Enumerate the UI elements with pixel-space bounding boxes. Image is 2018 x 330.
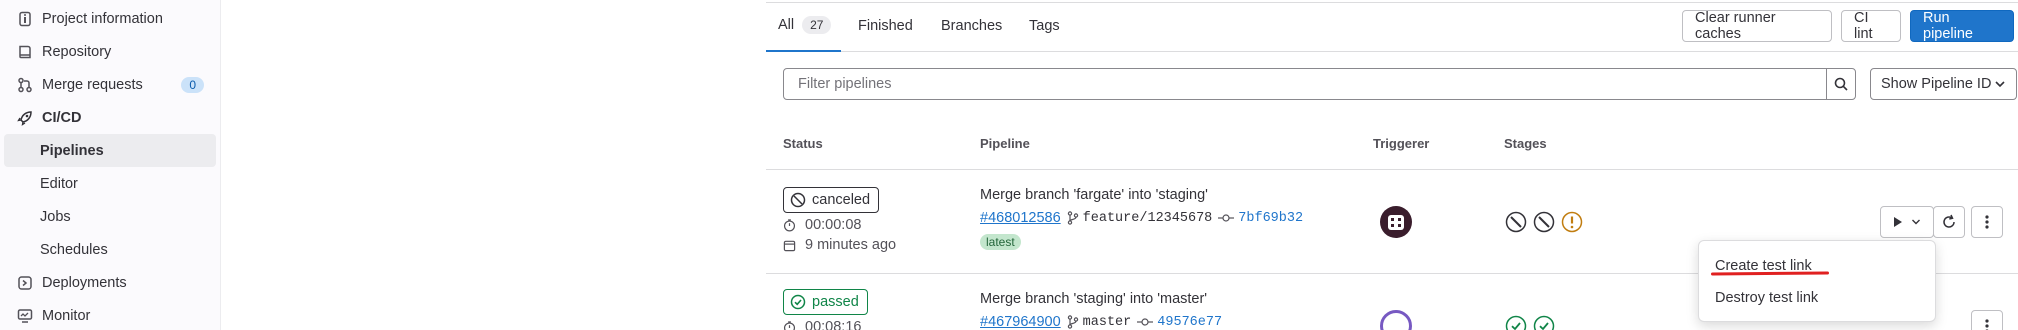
sidebar-item-label: Repository xyxy=(42,43,112,60)
tab-label: Finished xyxy=(858,18,913,34)
sidebar-item-label: CI/CD xyxy=(42,109,82,126)
sidebar-item-label: Deployments xyxy=(42,274,127,291)
monitor-icon xyxy=(16,307,34,325)
search-icon xyxy=(1833,76,1849,92)
status-badge[interactable]: canceled xyxy=(783,187,880,213)
run-manual-job-dropdown[interactable] xyxy=(1880,206,1934,238)
stages-column-header: Stages xyxy=(1504,136,1547,151)
retry-button[interactable] xyxy=(1933,206,1965,238)
commit-icon xyxy=(1218,213,1235,223)
show-pipeline-id-dropdown[interactable]: Show Pipeline ID xyxy=(1870,68,2017,100)
triggerer-column-header: Triggerer xyxy=(1373,136,1430,151)
sidebar-item-label: Jobs xyxy=(40,208,71,225)
pipeline-commit-title[interactable]: Merge branch 'staging' into 'master' xyxy=(980,291,1207,307)
sidebar-item-merge-requests[interactable]: Merge requests 0 xyxy=(4,68,216,101)
sidebar-item-monitor[interactable]: Monitor xyxy=(4,299,216,330)
clear-runner-caches-button[interactable]: Clear runner caches xyxy=(1682,10,1832,42)
more-actions-button[interactable] xyxy=(1971,310,2003,330)
sidebar: Project information Repository Merge req… xyxy=(0,0,221,330)
finished-time: 9 minutes ago xyxy=(783,237,896,253)
deployments-icon xyxy=(16,274,34,292)
pipeline-id-link[interactable]: #468012586 xyxy=(980,210,1061,226)
tab-branches[interactable]: Branches xyxy=(941,0,1002,52)
tab-finished[interactable]: Finished xyxy=(858,0,913,52)
branch-icon xyxy=(1067,315,1079,329)
tab-label: All xyxy=(778,17,795,33)
run-pipeline-button[interactable]: Run pipeline xyxy=(1910,10,2014,42)
pipeline-id-link[interactable]: #467964900 xyxy=(980,314,1061,330)
tab-count-badge: 27 xyxy=(802,16,832,34)
tab-label: Tags xyxy=(1029,18,1060,34)
status-badge[interactable]: passed xyxy=(783,289,868,315)
filter-pipelines-input[interactable] xyxy=(783,68,1827,100)
search-button[interactable] xyxy=(1826,68,1856,100)
ellipsis-vertical-icon xyxy=(1985,214,1989,230)
status-column-header: Status xyxy=(783,136,823,151)
commit-sha-link[interactable]: 49576e77 xyxy=(1157,315,1222,330)
pipeline-column-header: Pipeline xyxy=(980,136,1030,151)
show-pipeline-id-label: Show Pipeline ID xyxy=(1881,76,1992,92)
sidebar-item-label: Monitor xyxy=(42,307,91,324)
tab-all[interactable]: All 27 xyxy=(766,0,842,52)
ci-lint-button[interactable]: CI lint xyxy=(1841,10,1901,42)
ellipsis-vertical-icon xyxy=(1985,318,1989,330)
latest-badge: latest xyxy=(980,234,1021,250)
sidebar-item-label: Editor xyxy=(40,175,78,192)
duration-text: 00:00:08 xyxy=(805,217,862,233)
pipeline-ref-line: #467964900 master 49576e77 xyxy=(980,314,1222,330)
chevron-down-icon xyxy=(1994,78,2006,90)
timer-icon xyxy=(783,218,797,232)
duration-text: 00:08:16 xyxy=(805,319,862,330)
ref-name[interactable]: master xyxy=(1083,315,1132,330)
sidebar-item-label: Project information xyxy=(42,10,163,27)
canceled-icon xyxy=(790,192,806,208)
avatar[interactable] xyxy=(1380,206,1412,238)
sidebar-item-editor[interactable]: Editor xyxy=(4,167,216,200)
stage-warning-icon[interactable] xyxy=(1560,210,1584,234)
chevron-down-icon xyxy=(1911,217,1921,227)
repository-icon xyxy=(16,43,34,61)
status-text: passed xyxy=(812,294,859,310)
duration: 00:08:16 xyxy=(783,319,861,330)
retry-icon xyxy=(1941,214,1957,230)
branch-icon xyxy=(1067,211,1079,225)
sidebar-item-deployments[interactable]: Deployments xyxy=(4,266,216,299)
sidebar-item-pipelines[interactable]: Pipelines xyxy=(4,134,216,167)
play-icon xyxy=(1893,216,1903,228)
pipeline-ref-line: #468012586 feature/12345678 7bf69b32 xyxy=(980,210,1303,226)
commit-sha-link[interactable]: 7bf69b32 xyxy=(1238,211,1303,226)
table-header: Status Pipeline Triggerer Stages xyxy=(766,118,2018,170)
sidebar-item-label: Schedules xyxy=(40,241,108,258)
sidebar-item-label: Pipelines xyxy=(40,142,104,159)
sidebar-item-cicd[interactable]: CI/CD xyxy=(4,101,216,134)
sidebar-item-jobs[interactable]: Jobs xyxy=(4,200,216,233)
avatar[interactable] xyxy=(1380,310,1412,330)
sidebar-item-project-information[interactable]: Project information xyxy=(4,2,216,35)
passed-icon xyxy=(790,294,806,310)
status-text: canceled xyxy=(812,192,871,208)
tab-label: Branches xyxy=(941,18,1003,34)
sidebar-item-schedules[interactable]: Schedules xyxy=(4,233,216,266)
duration: 00:00:08 xyxy=(783,217,861,233)
sidebar-item-repository[interactable]: Repository xyxy=(4,35,216,68)
stage-passed-icon[interactable] xyxy=(1532,314,1556,330)
tab-tags[interactable]: Tags xyxy=(1029,0,1060,52)
commit-icon xyxy=(1137,317,1154,327)
merge-requests-count-badge: 0 xyxy=(181,76,204,93)
finished-text: 9 minutes ago xyxy=(805,237,897,253)
sidebar-item-label: Merge requests xyxy=(42,76,143,93)
timer-icon xyxy=(783,320,797,330)
pipeline-commit-title[interactable]: Merge branch 'fargate' into 'staging' xyxy=(980,187,1208,203)
stage-canceled-icon[interactable] xyxy=(1504,210,1528,234)
stage-canceled-icon[interactable] xyxy=(1532,210,1556,234)
ref-name[interactable]: feature/12345678 xyxy=(1083,211,1213,226)
manual-job-dropdown-menu: Create test link Destroy test link xyxy=(1698,240,1936,322)
rocket-icon xyxy=(16,109,34,127)
calendar-icon xyxy=(783,239,797,252)
more-actions-button[interactable] xyxy=(1971,206,2003,238)
merge-request-icon xyxy=(16,76,34,94)
stage-passed-icon[interactable] xyxy=(1504,314,1528,330)
project-info-icon xyxy=(16,10,34,28)
destroy-test-link-menu-item[interactable]: Destroy test link xyxy=(1715,290,1818,306)
